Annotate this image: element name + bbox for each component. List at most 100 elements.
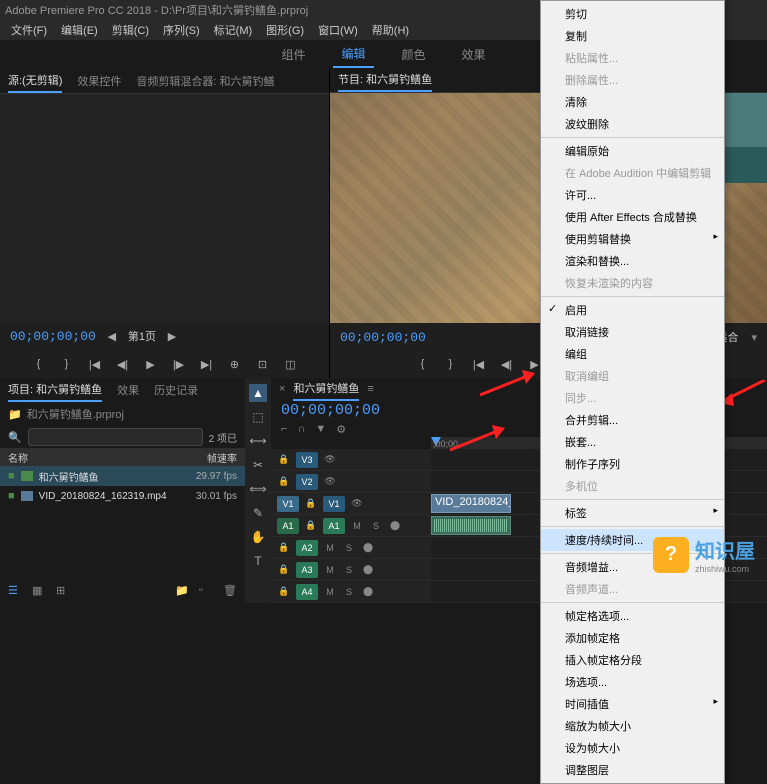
record-icon[interactable]: ⬤ — [388, 519, 402, 533]
project-item-sequence[interactable]: ■ 和六舅钓鳝鱼 29.97 fps — [0, 466, 245, 486]
solo-icon[interactable]: S — [342, 563, 356, 577]
new-bin-icon[interactable]: 📁 — [175, 584, 189, 598]
context-menu-item[interactable]: 制作子序列 — [541, 453, 724, 475]
ws-tab-color[interactable]: 颜色 — [394, 42, 434, 67]
context-menu-item[interactable]: 复制 — [541, 25, 724, 47]
context-menu-item[interactable]: 场选项... — [541, 671, 724, 693]
menu-marker[interactable]: 标记(M) — [208, 20, 259, 40]
timeline-tab[interactable]: 和六舅钓鳝鱼 — [293, 377, 359, 401]
delete-icon[interactable]: 🗑 — [223, 584, 237, 598]
project-item-video[interactable]: ■ VID_20180824_162319.mp4 30.01 fps — [0, 486, 245, 506]
toggle-output-icon[interactable]: 👁 — [323, 453, 337, 467]
lock-icon[interactable]: 🔒 — [277, 585, 291, 599]
track-label[interactable]: A3 — [296, 562, 318, 578]
menu-help[interactable]: 帮助(H) — [366, 20, 415, 40]
mark-in-icon[interactable]: { — [31, 356, 47, 372]
source-timecode[interactable]: 00;00;00;00 — [10, 329, 96, 344]
context-menu-item[interactable]: 剪切 — [541, 3, 724, 25]
track-label[interactable]: V1 — [323, 496, 345, 512]
icon-view-icon[interactable]: ▦ — [32, 584, 46, 598]
snap-icon[interactable]: ⌐ — [281, 423, 287, 435]
tab-effect-controls[interactable]: 效果控件 — [77, 70, 121, 92]
ws-tab-assembly[interactable]: 组件 — [273, 42, 313, 67]
slip-tool-icon[interactable]: ⟺ — [249, 480, 267, 498]
mute-icon[interactable]: M — [323, 563, 337, 577]
tab-project[interactable]: 项目: 和六舅钓鳝鱼 — [8, 378, 102, 402]
context-menu-item[interactable]: 启用 — [541, 299, 724, 321]
tab-audio-mixer[interactable]: 音频剪辑混合器: 和六舅钓鳝 — [136, 70, 274, 92]
track-label[interactable]: A2 — [296, 540, 318, 556]
lock-icon[interactable]: 🔒 — [277, 475, 291, 489]
step-back-icon[interactable]: ◀| — [115, 356, 131, 372]
menu-graphics[interactable]: 图形(G) — [260, 20, 310, 40]
mark-out-icon[interactable]: } — [59, 356, 75, 372]
menu-edit[interactable]: 编辑(E) — [55, 20, 104, 40]
close-icon[interactable]: × — [279, 383, 285, 395]
audio-clip[interactable] — [431, 516, 511, 535]
video-clip[interactable]: VID_20180824_1623 — [431, 494, 511, 513]
context-menu-item[interactable]: 编辑原始 — [541, 140, 724, 162]
context-menu-item[interactable]: 波纹删除 — [541, 113, 724, 135]
context-menu-item[interactable]: 渲染和替换... — [541, 250, 724, 272]
menu-clip[interactable]: 剪辑(C) — [106, 20, 155, 40]
context-menu-item[interactable]: 标签 — [541, 502, 724, 524]
type-tool-icon[interactable]: T — [249, 552, 267, 570]
context-menu-item[interactable]: 调整图层 — [541, 759, 724, 781]
context-menu-item[interactable]: 编组 — [541, 343, 724, 365]
settings-icon[interactable]: ⚙ — [336, 423, 346, 436]
selection-tool-icon[interactable]: ▲ — [249, 384, 267, 402]
ripple-tool-icon[interactable]: ⟷ — [249, 432, 267, 450]
prev-page-icon[interactable]: ◀ — [104, 328, 120, 344]
context-menu-item[interactable]: 缩放为帧大小 — [541, 715, 724, 737]
menu-sequence[interactable]: 序列(S) — [157, 20, 206, 40]
source-patch[interactable]: V1 — [277, 496, 299, 512]
solo-icon[interactable]: S — [369, 519, 383, 533]
freeform-view-icon[interactable]: ⊞ — [56, 584, 70, 598]
context-menu-item[interactable]: 时间插值 — [541, 693, 724, 715]
lock-icon[interactable]: 🔒 — [304, 519, 318, 533]
menu-window[interactable]: 窗口(W) — [312, 20, 364, 40]
search-icon[interactable]: 🔍 — [8, 431, 22, 444]
col-header-framerate[interactable]: 帧速率 — [182, 450, 237, 465]
context-menu-item[interactable]: 使用剪辑替换 — [541, 228, 724, 250]
step-fwd-icon[interactable]: |▶ — [171, 356, 187, 372]
context-menu-item[interactable]: 嵌套... — [541, 431, 724, 453]
go-in-icon[interactable]: |◀ — [87, 356, 103, 372]
checkbox-icon[interactable]: ■ — [8, 490, 15, 502]
record-icon[interactable]: ⬤ — [361, 541, 375, 555]
record-icon[interactable]: ⬤ — [361, 563, 375, 577]
overwrite-icon[interactable]: ⊡ — [255, 356, 271, 372]
menu-file[interactable]: 文件(F) — [5, 20, 53, 40]
lock-icon[interactable]: 🔒 — [277, 541, 291, 555]
context-menu-item[interactable]: 设为帧大小 — [541, 737, 724, 759]
go-out-icon[interactable]: ▶| — [199, 356, 215, 372]
lock-icon[interactable]: 🔒 — [277, 563, 291, 577]
mute-icon[interactable]: M — [323, 541, 337, 555]
program-timecode[interactable]: 00;00;00;00 — [340, 330, 426, 345]
pen-tool-icon[interactable]: ✎ — [249, 504, 267, 522]
toggle-output-icon[interactable]: 👁 — [350, 497, 364, 511]
play-icon[interactable]: ▶ — [143, 356, 159, 372]
p-mark-out-icon[interactable]: } — [443, 356, 459, 372]
p-step-back-icon[interactable]: ◀| — [499, 356, 515, 372]
mute-icon[interactable]: M — [323, 585, 337, 599]
tab-program[interactable]: 节目: 和六舅钓鳝鱼 — [338, 68, 432, 92]
solo-icon[interactable]: S — [342, 585, 356, 599]
context-menu-item[interactable]: 添加帧定格 — [541, 627, 724, 649]
linked-selection-icon[interactable]: ∩ — [297, 423, 305, 435]
context-menu-item[interactable]: 合并剪辑... — [541, 409, 724, 431]
razor-tool-icon[interactable]: ✂ — [249, 456, 267, 474]
export-frame-icon[interactable]: ◫ — [283, 356, 299, 372]
source-patch[interactable]: A1 — [277, 518, 299, 534]
timeline-timecode[interactable]: 00;00;00;00 — [281, 402, 380, 419]
panel-menu-icon[interactable]: ≡ — [367, 383, 373, 395]
context-menu-item[interactable]: 插入帧定格分段 — [541, 649, 724, 671]
col-header-name[interactable]: 名称 — [8, 450, 182, 465]
mute-icon[interactable]: M — [350, 519, 364, 533]
insert-icon[interactable]: ⊕ — [227, 356, 243, 372]
marker-icon[interactable]: ▼ — [315, 423, 326, 435]
context-menu-item[interactable]: 帧定格选项... — [541, 605, 724, 627]
ws-tab-editing[interactable]: 编辑 — [333, 41, 373, 68]
record-icon[interactable]: ⬤ — [361, 585, 375, 599]
list-view-icon[interactable]: ☰ — [8, 584, 22, 598]
